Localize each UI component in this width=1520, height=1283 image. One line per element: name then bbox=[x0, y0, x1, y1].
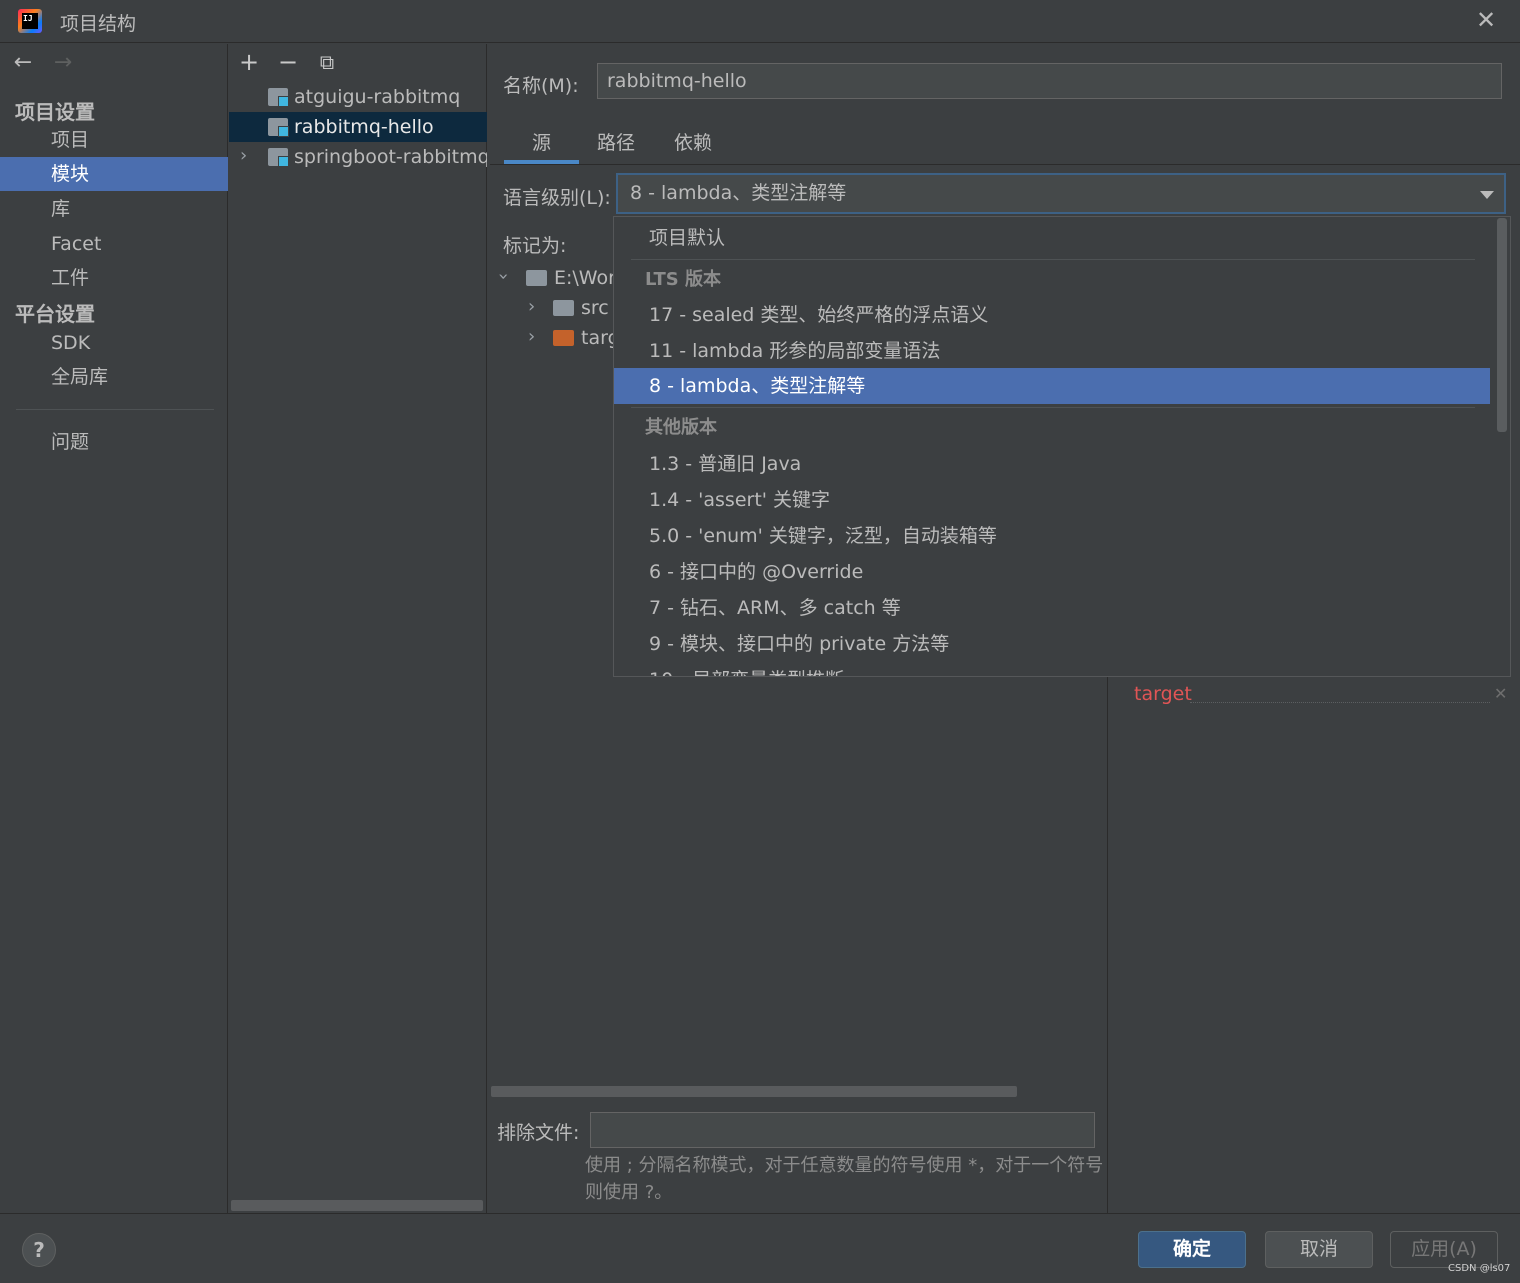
tree-scrollbar[interactable] bbox=[491, 1086, 1017, 1097]
exclude-files-field[interactable] bbox=[590, 1112, 1095, 1148]
mark-as-label: 标记为: bbox=[503, 235, 567, 257]
copy-icon[interactable]: ⧉ bbox=[314, 50, 340, 76]
module-list-panel bbox=[229, 44, 487, 1213]
module-icon bbox=[268, 148, 289, 167]
remove-icon[interactable]: − bbox=[275, 50, 301, 76]
dropdown-option-10[interactable]: 10 - 局部变量类型推断 bbox=[614, 662, 1490, 676]
dropdown-separator bbox=[631, 259, 1475, 260]
nav-item-problems[interactable]: 问题 bbox=[0, 425, 228, 459]
close-icon[interactable]: ✕ bbox=[1472, 6, 1500, 34]
dotted-leader bbox=[1190, 702, 1490, 703]
ok-button[interactable]: 确定 bbox=[1138, 1231, 1246, 1268]
tab-paths[interactable]: 路径 bbox=[584, 128, 648, 164]
panel-divider bbox=[1107, 675, 1108, 1213]
folder-icon bbox=[553, 300, 574, 316]
title-bar bbox=[0, 0, 1520, 43]
dropdown-group-lts: LTS 版本 bbox=[645, 269, 721, 290]
chevron-right-icon[interactable]: › bbox=[528, 326, 535, 347]
nav-section-platform-settings: 平台设置 bbox=[15, 302, 95, 326]
nav-item-modules[interactable]: 模块 bbox=[0, 157, 228, 191]
excluded-folder-target[interactable]: target bbox=[1134, 683, 1192, 705]
folder-icon bbox=[526, 270, 547, 286]
nav-item-artifacts[interactable]: 工件 bbox=[0, 261, 228, 295]
language-level-select[interactable]: 8 - lambda、类型注解等 bbox=[616, 173, 1506, 214]
exclude-hint: 使用 ; 分隔名称模式，对于任意数量的符号使用 *，对于一个符号则使用 ?。 bbox=[585, 1155, 1104, 1203]
dropdown-option-8[interactable]: 8 - lambda、类型注解等 bbox=[614, 368, 1490, 404]
nav-section-project-settings: 项目设置 bbox=[15, 100, 95, 124]
exclude-files-label: 排除文件: bbox=[497, 1122, 580, 1144]
tab-divider bbox=[490, 164, 1520, 165]
forward-arrow-icon[interactable]: → bbox=[48, 50, 78, 75]
dropdown-option-1-3[interactable]: 1.3 - 普通旧 Java bbox=[614, 446, 1490, 482]
module-icon bbox=[268, 118, 289, 137]
module-label: rabbitmq-hello bbox=[294, 116, 434, 138]
language-level-label: 语言级别(L): bbox=[503, 187, 611, 209]
language-level-dropdown: 项目默认 LTS 版本 17 - sealed 类型、始终严格的浮点语义 11 … bbox=[613, 216, 1511, 677]
tree-item-src[interactable]: src bbox=[581, 293, 609, 323]
dropdown-option-6[interactable]: 6 - 接口中的 @Override bbox=[614, 554, 1490, 590]
module-name-field[interactable]: rabbitmq-hello bbox=[597, 63, 1502, 99]
excluded-folder-icon bbox=[553, 330, 574, 346]
module-list-scrollbar[interactable] bbox=[231, 1200, 483, 1211]
window-title: 项目结构 bbox=[60, 13, 137, 35]
module-label: atguigu-rabbitmq bbox=[294, 86, 461, 108]
dropdown-option-9[interactable]: 9 - 模块、接口中的 private 方法等 bbox=[614, 626, 1490, 662]
tab-sources[interactable]: 源 bbox=[504, 128, 579, 164]
back-arrow-icon[interactable]: ← bbox=[8, 50, 38, 75]
add-icon[interactable]: + bbox=[236, 50, 262, 76]
name-label: 名称(M): bbox=[503, 75, 579, 97]
module-icon bbox=[268, 88, 289, 107]
dropdown-arrow-icon bbox=[1480, 191, 1494, 199]
dropdown-option-7[interactable]: 7 - 钻石、ARM、多 catch 等 bbox=[614, 590, 1490, 626]
dropdown-separator bbox=[631, 407, 1475, 408]
nav-divider bbox=[16, 409, 214, 410]
dropdown-option-5-0[interactable]: 5.0 - 'enum' 关键字，泛型，自动装箱等 bbox=[614, 518, 1490, 554]
tab-dependencies[interactable]: 依赖 bbox=[660, 128, 726, 164]
nav-item-project[interactable]: 项目 bbox=[0, 123, 228, 157]
help-button[interactable]: ? bbox=[22, 1233, 56, 1267]
tree-item-root[interactable]: E:\Wor bbox=[554, 263, 616, 293]
nav-item-sdk[interactable]: SDK bbox=[0, 326, 228, 360]
chevron-right-icon[interactable]: › bbox=[528, 296, 535, 317]
cancel-button[interactable]: 取消 bbox=[1265, 1231, 1373, 1268]
dropdown-option-1-4[interactable]: 1.4 - 'assert' 关键字 bbox=[614, 482, 1490, 518]
remove-excluded-icon[interactable]: ✕ bbox=[1494, 684, 1507, 703]
module-label: springboot-rabbitmq bbox=[294, 146, 487, 168]
dropdown-option-default[interactable]: 项目默认 bbox=[614, 220, 1490, 256]
dropdown-option-17[interactable]: 17 - sealed 类型、始终严格的浮点语义 bbox=[614, 297, 1490, 333]
nav-item-libraries[interactable]: 库 bbox=[0, 192, 228, 226]
intellij-logo-icon: IJ bbox=[18, 9, 42, 33]
language-level-value: 8 - lambda、类型注解等 bbox=[630, 182, 847, 204]
nav-item-global-libraries[interactable]: 全局库 bbox=[0, 360, 228, 394]
watermark: CSDN @ls07 bbox=[1448, 1263, 1511, 1274]
chevron-down-icon[interactable]: › bbox=[493, 273, 514, 280]
dropdown-group-other: 其他版本 bbox=[645, 417, 717, 438]
nav-item-facets[interactable]: Facet bbox=[0, 227, 228, 261]
dropdown-option-11[interactable]: 11 - lambda 形参的局部变量语法 bbox=[614, 333, 1490, 369]
dropdown-scrollbar[interactable] bbox=[1497, 218, 1507, 432]
